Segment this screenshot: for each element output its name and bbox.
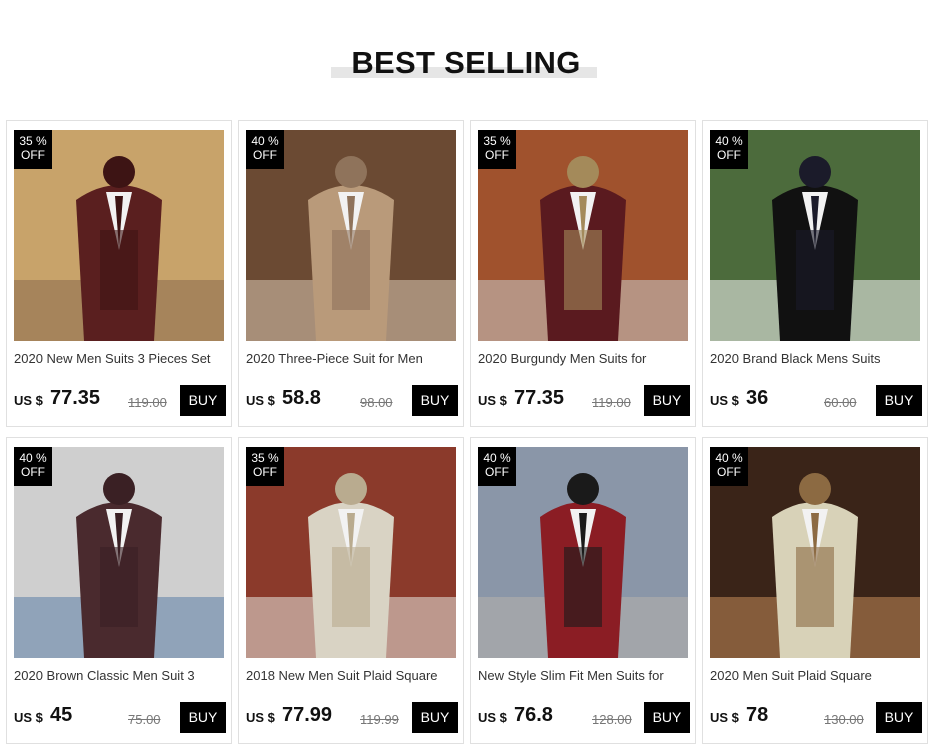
buy-button[interactable]: BUY [644,385,690,416]
product-name[interactable]: New Style Slim Fit Men Suits for [478,668,690,684]
buy-button[interactable]: BUY [412,702,458,733]
product-card[interactable]: 40 % OFF 2020 Brown Classic Men Suit 3 U… [6,437,232,744]
discount-badge: 35 % OFF [246,447,284,486]
price-row: US $ 77.35 119.00 BUY [14,385,226,417]
currency-label: US $ [478,710,507,725]
price-row: US $ 76.8 128.00 BUY [478,702,690,734]
buy-button[interactable]: BUY [180,702,226,733]
discount-percent: 35 % [19,134,47,148]
currency-label: US $ [710,710,739,725]
discount-off: OFF [717,148,741,162]
product-name[interactable]: 2020 Burgundy Men Suits for [478,351,690,367]
currency-label: US $ [246,710,275,725]
discount-off: OFF [21,465,45,479]
sale-price: 77.35 [514,387,565,409]
discount-off: OFF [485,465,509,479]
currency-label: US $ [246,393,275,408]
sale-price: 36 [746,387,769,409]
original-price: 75.00 [128,712,161,727]
discount-percent: 40 % [251,134,279,148]
product-name[interactable]: 2020 Brown Classic Men Suit 3 [14,668,226,684]
price-row: US $ 45 75.00 BUY [14,702,226,734]
product-card[interactable]: 35 % OFF 2020 Burgundy Men Suits for US … [470,120,696,427]
price-row: US $ 58.8 98.00 BUY [246,385,458,417]
product-name[interactable]: 2020 Brand Black Mens Suits [710,351,922,367]
discount-badge: 40 % OFF [710,130,748,169]
discount-badge: 35 % OFF [14,130,52,169]
discount-off: OFF [253,465,277,479]
discount-percent: 40 % [19,451,47,465]
price-row: US $ 77.35 119.00 BUY [478,385,690,417]
price-row: US $ 78 130.00 BUY [710,702,922,734]
discount-percent: 40 % [715,451,743,465]
discount-off: OFF [485,148,509,162]
sale-price: 78 [746,704,769,726]
original-price: 60.00 [824,395,857,410]
discount-off: OFF [717,465,741,479]
original-price: 128.00 [592,712,632,727]
product-name[interactable]: 2020 Men Suit Plaid Square [710,668,922,684]
product-name[interactable]: 2018 New Men Suit Plaid Square [246,668,458,684]
buy-button[interactable]: BUY [876,702,922,733]
currency-label: US $ [14,393,43,408]
product-name[interactable]: 2020 New Men Suits 3 Pieces Set [14,351,226,367]
discount-percent: 35 % [251,451,279,465]
buy-button[interactable]: BUY [644,702,690,733]
discount-badge: 35 % OFF [478,130,516,169]
discount-badge: 40 % OFF [710,447,748,486]
sale-price: 77.35 [50,387,101,409]
product-card[interactable]: 40 % OFF 2020 Brand Black Mens Suits US … [702,120,928,427]
product-name[interactable]: 2020 Three-Piece Suit for Men [246,351,458,367]
discount-badge: 40 % OFF [14,447,52,486]
discount-percent: 35 % [483,134,511,148]
product-card[interactable]: 40 % OFF New Style Slim Fit Men Suits fo… [470,437,696,744]
original-price: 119.99 [360,712,399,727]
price-row: US $ 36 60.00 BUY [710,385,922,417]
original-price: 98.00 [360,395,393,410]
currency-label: US $ [478,393,507,408]
discount-badge: 40 % OFF [478,447,516,486]
currency-label: US $ [710,393,739,408]
sale-price: 77.99 [282,704,333,726]
original-price: 119.00 [128,395,167,410]
buy-button[interactable]: BUY [180,385,226,416]
page-title: BEST SELLING [351,45,581,80]
price-row: US $ 77.99 119.99 BUY [246,702,458,734]
original-price: 130.00 [824,712,864,727]
sale-price: 58.8 [282,387,321,409]
discount-percent: 40 % [483,451,511,465]
discount-off: OFF [253,148,277,162]
buy-button[interactable]: BUY [412,385,458,416]
product-card[interactable]: 35 % OFF 2020 New Men Suits 3 Pieces Set… [6,120,232,427]
sale-price: 76.8 [514,704,553,726]
product-card[interactable]: 40 % OFF 2020 Men Suit Plaid Square US $… [702,437,928,744]
original-price: 119.00 [592,395,631,410]
product-card[interactable]: 35 % OFF 2018 New Men Suit Plaid Square … [238,437,464,744]
buy-button[interactable]: BUY [876,385,922,416]
discount-percent: 40 % [715,134,743,148]
discount-badge: 40 % OFF [246,130,284,169]
product-card[interactable]: 40 % OFF 2020 Three-Piece Suit for Men U… [238,120,464,427]
section-header: BEST SELLING [0,44,932,84]
discount-off: OFF [21,148,45,162]
currency-label: US $ [14,710,43,725]
sale-price: 45 [50,704,73,726]
